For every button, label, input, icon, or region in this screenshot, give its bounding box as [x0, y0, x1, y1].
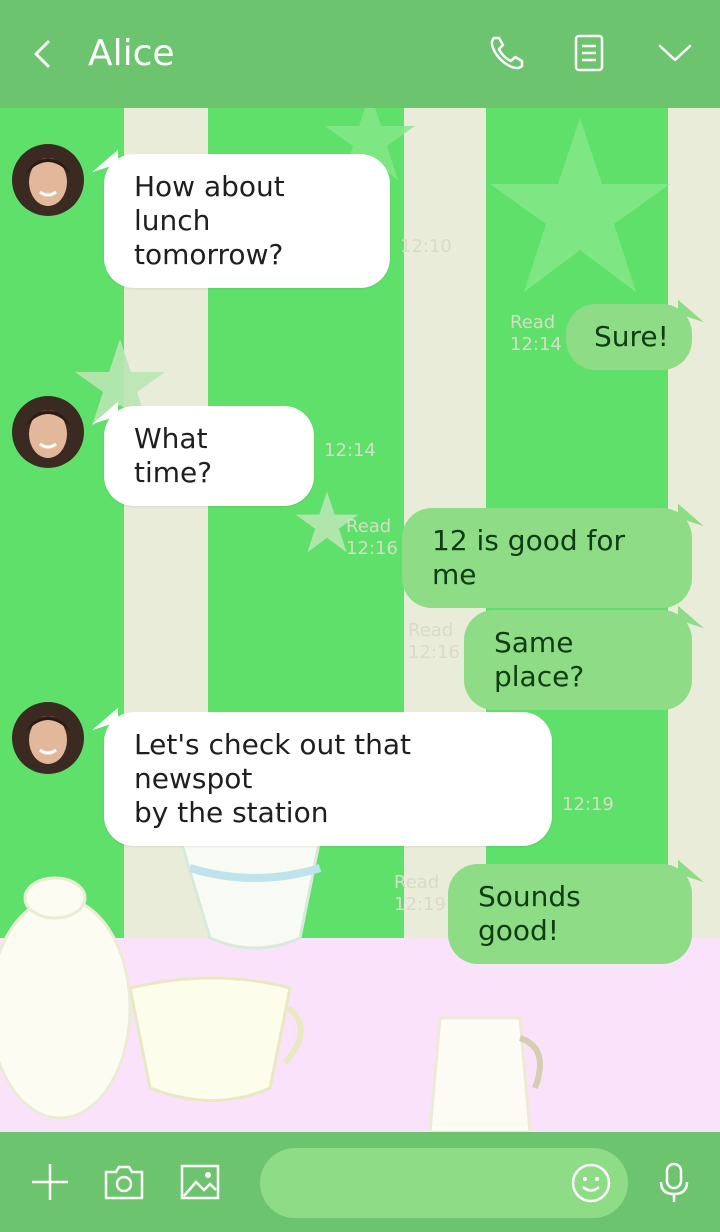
- contact-avatar[interactable]: [12, 702, 84, 774]
- message-read-receipt: Read 12:14: [510, 312, 562, 356]
- message-input[interactable]: [284, 1158, 554, 1208]
- message-bubble-incoming[interactable]: What time?: [104, 406, 314, 506]
- avatar-image: [12, 396, 84, 468]
- plus-icon[interactable]: [26, 1158, 74, 1206]
- message-read-receipt: Read 12:19: [394, 872, 446, 916]
- message-text: Same place?: [494, 626, 585, 693]
- microphone-icon[interactable]: [650, 1158, 698, 1206]
- message-bubble-incoming[interactable]: Let's check out that newspot by the stat…: [104, 712, 552, 846]
- message-time: 12:10: [400, 236, 452, 257]
- avatar-image: [12, 144, 84, 216]
- message-text: How about lunch: [134, 170, 285, 237]
- phone-icon[interactable]: [484, 30, 530, 76]
- read-label: Read: [510, 312, 556, 333]
- background-star-icon: [490, 118, 670, 292]
- message-text: Sounds good!: [478, 880, 581, 947]
- read-label: Read: [394, 872, 440, 893]
- back-chevron-icon[interactable]: [28, 34, 58, 74]
- read-label: Read: [408, 620, 454, 641]
- read-label: Read: [346, 516, 392, 537]
- background-pitcher-illustration: [428, 1016, 543, 1132]
- message-text: 12 is good for me: [432, 524, 626, 591]
- contact-avatar[interactable]: [12, 396, 84, 468]
- message-text: What time?: [134, 422, 213, 489]
- contact-avatar[interactable]: [12, 144, 84, 216]
- camera-icon[interactable]: [100, 1158, 148, 1206]
- message-read-receipt: Read 12:16: [346, 516, 398, 560]
- chat-header: Alice: [0, 0, 720, 108]
- avatar-image: [12, 702, 84, 774]
- message-time: 12:16: [408, 642, 460, 663]
- notes-icon[interactable]: [566, 30, 612, 76]
- emoji-icon[interactable]: [568, 1160, 614, 1206]
- background-teacup-illustration: [128, 976, 304, 1102]
- message-bubble-outgoing[interactable]: 12 is good for me: [402, 508, 692, 608]
- background-teapot-illustration: [0, 876, 132, 1120]
- message-time: 12:19: [394, 894, 446, 915]
- message-text: Let's check out that newspot: [134, 728, 411, 795]
- chevron-down-icon[interactable]: [652, 30, 698, 76]
- image-icon[interactable]: [176, 1158, 224, 1206]
- message-bubble-outgoing[interactable]: Sure!: [566, 304, 692, 370]
- input-bar: [0, 1132, 720, 1232]
- chat-title: Alice: [88, 33, 175, 74]
- message-time: 12:16: [346, 538, 398, 559]
- message-input-container: [260, 1148, 628, 1218]
- message-bubble-outgoing[interactable]: Sounds good!: [448, 864, 692, 964]
- message-bubble-incoming[interactable]: How about lunch tomorrow?: [104, 154, 390, 288]
- message-time: 12:19: [562, 794, 614, 815]
- message-text: by the station: [134, 796, 329, 829]
- message-text: tomorrow?: [134, 238, 284, 271]
- message-text: Sure!: [594, 320, 669, 353]
- message-bubble-outgoing[interactable]: Same place?: [464, 610, 692, 710]
- chat-area[interactable]: How about lunch tomorrow? 12:10 Read 12:…: [0, 108, 720, 1132]
- message-time: 12:14: [324, 440, 376, 461]
- message-read-receipt: Read 12:16: [408, 620, 460, 664]
- message-time: 12:14: [510, 334, 562, 355]
